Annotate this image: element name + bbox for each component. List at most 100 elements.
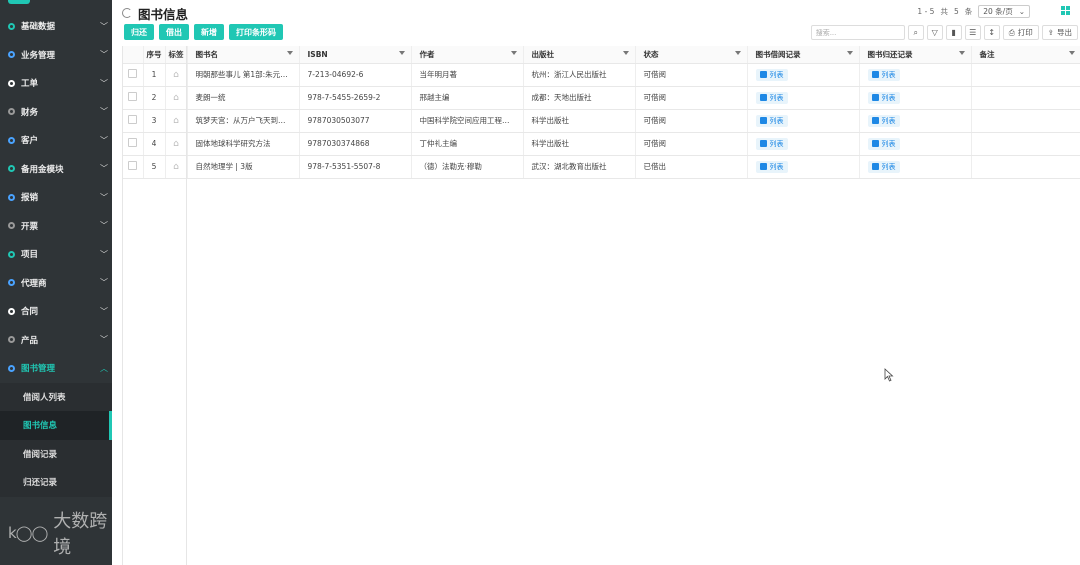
borrow-list-link[interactable]: 列表 [755, 137, 788, 150]
tag-icon[interactable]: ⌂ [165, 86, 188, 110]
header-publisher[interactable]: 出版社 [523, 46, 636, 64]
caret-down-icon[interactable] [398, 51, 405, 55]
sidebar-item-7[interactable]: 开票 ﹀ [0, 212, 112, 241]
lend-button[interactable]: 借出 [159, 24, 189, 40]
sidebar-item-1[interactable]: 业务管理 ﹀ [0, 41, 112, 70]
link-label: 列表 [881, 116, 896, 125]
cell-remark [971, 155, 1080, 179]
header-author[interactable]: 作者 [411, 46, 524, 64]
row-checkbox[interactable] [128, 138, 138, 147]
circle-icon [8, 51, 15, 59]
export-button[interactable]: ⇪ 导出 [1041, 25, 1078, 40]
header-status[interactable]: 状态 [635, 46, 748, 64]
circle-icon [8, 165, 15, 173]
header-name[interactable]: 图书名 [187, 46, 300, 64]
circle-icon [8, 79, 15, 87]
caret-down-icon[interactable] [510, 51, 517, 55]
borrow-list-link[interactable]: 列表 [755, 91, 788, 104]
return-list-link[interactable]: 列表 [867, 137, 900, 150]
sidebar-item-11[interactable]: 产品 ﹀ [0, 326, 112, 355]
sidebar-item-5[interactable]: 备用金模块 ﹀ [0, 155, 112, 184]
sidebar-item-10[interactable]: 合同 ﹀ [0, 297, 112, 326]
sidebar-item-label: 财务 [21, 107, 39, 118]
row-checkbox[interactable] [128, 92, 138, 101]
cell-remark [971, 63, 1080, 87]
caret-down-icon[interactable] [958, 51, 965, 55]
header-return-records[interactable]: 图书归还记录 [859, 46, 972, 64]
caret-down-icon[interactable] [286, 51, 293, 55]
header-isbn-label: ISBN [307, 49, 328, 59]
sidebar-item-3[interactable]: 财务 ﹀ [0, 98, 112, 127]
refresh-icon[interactable] [122, 8, 132, 18]
caret-down-icon[interactable] [1068, 51, 1075, 55]
header-borrow-records[interactable]: 图书借阅记录 [747, 46, 860, 64]
borrow-list-link[interactable]: 列表 [755, 160, 788, 173]
sidebar-item-9[interactable]: 代理商 ﹀ [0, 269, 112, 298]
sidebar-item-4[interactable]: 客户 ﹀ [0, 126, 112, 155]
return-list-link[interactable]: 列表 [867, 68, 900, 81]
sidebar-subitem-1[interactable]: 图书信息 [0, 411, 112, 440]
search-icon[interactable]: ⌕ [907, 25, 924, 40]
chart-icon[interactable]: ▮ [945, 25, 962, 40]
borrow-list-link[interactable]: 列表 [755, 114, 788, 127]
sidebar-subitem-2[interactable]: 借阅记录 [0, 439, 112, 468]
sidebar-item-12[interactable]: 图书管理 ︿ [0, 354, 112, 383]
cell-return-records: 列表 [859, 109, 972, 133]
sidebar-subitem-0[interactable]: 借阅人列表 [0, 382, 112, 411]
return-button[interactable]: 归还 [124, 24, 154, 40]
sidebar-item-label: 产品 [21, 335, 39, 346]
cell-name: 固体地球科学研究方法 [187, 132, 300, 156]
table-row[interactable]: 4 ⌂ 固体地球科学研究方法 9787030374868 丁仲礼主编 科学出版社 可借阅 列表… [123, 132, 1080, 156]
row-checkbox-cell [123, 63, 144, 87]
table-row[interactable]: 5 ⌂ 自然地理学 | 3版 978-7-5351-5507-8 （德）法勒克·穆勒 武汉… [123, 155, 1080, 179]
table-row[interactable]: 3 ⌂ 筑梦天宫：从万户飞天到中... 9787030503077 中国科学院空间应用工… [123, 109, 1080, 133]
chevron-down-icon: ﹀ [100, 306, 108, 316]
chevron-down-icon: ﹀ [100, 335, 108, 345]
tag-icon[interactable]: ⌂ [165, 132, 188, 156]
cell-borrow-records: 列表 [747, 132, 860, 156]
filter-icon[interactable]: ▽ [926, 25, 943, 40]
row-checkbox[interactable] [128, 161, 138, 170]
return-list-link[interactable]: 列表 [867, 160, 900, 173]
page-size-select[interactable]: 20 条/页 ⌄ [978, 5, 1030, 18]
header-index[interactable]: 序号 [143, 46, 166, 64]
tag-icon[interactable]: ⌂ [165, 109, 188, 133]
row-height-icon[interactable]: ↕ [983, 25, 1000, 40]
return-list-link[interactable]: 列表 [867, 114, 900, 127]
caret-down-icon[interactable] [846, 51, 853, 55]
borrow-list-link[interactable]: 列表 [755, 68, 788, 81]
link-label: 列表 [769, 162, 784, 171]
sidebar-item-label: 项目 [21, 250, 39, 261]
print-barcode-button[interactable]: 打印条形码 [229, 24, 283, 40]
table-row[interactable]: 1 ⌂ 明朝那些事儿 第1部:朱元璋... 7-213-04692-6 当年明月著 杭州：… [123, 63, 1080, 87]
cell-status: 可借阅 [635, 86, 748, 110]
search-input[interactable]: 搜索... [810, 25, 905, 40]
row-checkbox[interactable] [128, 69, 138, 78]
chevron-down-icon: ﹀ [100, 249, 108, 259]
header-isbn[interactable]: ISBN [299, 46, 412, 64]
tag-icon[interactable]: ⌂ [165, 63, 188, 87]
sidebar-item-label: 开票 [21, 221, 39, 232]
caret-down-icon[interactable] [622, 51, 629, 55]
row-checkbox[interactable] [128, 115, 138, 124]
header-tag[interactable]: 标签 [165, 46, 188, 64]
header-remark[interactable]: 备注 [971, 46, 1080, 64]
sidebar-item-0[interactable]: 基础数据 ﹀ [0, 12, 112, 41]
layout-grid-icon[interactable] [1061, 6, 1070, 15]
columns-icon[interactable]: ☰ [964, 25, 981, 40]
sidebar-item-8[interactable]: 项目 ﹀ [0, 240, 112, 269]
sidebar-item-label: 备用金模块 [21, 164, 64, 175]
add-button[interactable]: 新增 [194, 24, 224, 40]
print-button[interactable]: ⎙ 打印 [1002, 25, 1039, 40]
sidebar-subitem-3[interactable]: 归还记录 [0, 468, 112, 497]
sidebar-item-2[interactable]: 工单 ﹀ [0, 69, 112, 98]
return-list-link[interactable]: 列表 [867, 91, 900, 104]
table-row[interactable]: 2 ⌂ 麦朗一统 978-7-5455-2659-2 邢越主编 成都：天地出版社 可借阅 列表… [123, 86, 1080, 110]
pager-range: 1 - 5 [917, 7, 935, 16]
cell-remark [971, 132, 1080, 156]
sidebar-item-6[interactable]: 报销 ﹀ [0, 183, 112, 212]
tag-icon[interactable]: ⌂ [165, 155, 188, 179]
row-checkbox-cell [123, 132, 144, 156]
header-return-label: 图书归还记录 [867, 49, 913, 59]
caret-down-icon[interactable] [734, 51, 741, 55]
